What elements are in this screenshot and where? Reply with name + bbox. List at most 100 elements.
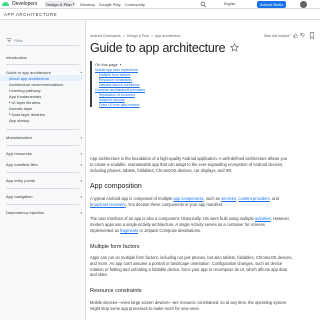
text-line: The user interface of an app is also a c… — [90, 216, 316, 222]
chevron-down-icon: ▾ — [80, 151, 82, 156]
nav-tab-design-plan[interactable]: Design & Plan ▾ — [44, 1, 77, 7]
chevron-down-icon: ▾ — [80, 178, 82, 183]
section-title: APP ARCHITECTURE — [4, 11, 58, 17]
filter-icon — [6, 38, 12, 43]
text-span: The user interface of an app is also a c… — [90, 216, 255, 221]
breadcrumb-link-android-developers[interactable]: Android Developers — [90, 34, 121, 38]
text-span: implemented as — [90, 227, 121, 233]
breadcrumb-separator: > — [150, 34, 154, 38]
nav-tab-design-plan-label: Design & Plan — [46, 1, 72, 7]
divider — [6, 64, 79, 65]
thumb-up-icon[interactable] — [292, 33, 298, 38]
sidebar-section-label: App manifest files — [6, 162, 38, 167]
filter-underline — [6, 45, 79, 46]
nav-link-google-play[interactable]: Google Play — [99, 2, 121, 7]
top-nav-bar: Developers Design & Plan ▾ Develop Googl… — [0, 0, 320, 9]
text-line: including phones, tablets, foldables, Ch… — [90, 167, 233, 173]
divider — [6, 188, 79, 189]
table-of-contents: On this page ▴ Mobile app user experienc… — [90, 61, 146, 107]
text-span: . However, — [270, 216, 290, 221]
avatar[interactable] — [300, 1, 307, 8]
feedback-prompt: Was this helpful? — [264, 33, 305, 38]
sidebar-item-app-startup[interactable]: App startup — [9, 117, 84, 123]
text-line: might stop some app processes to make ro… — [90, 305, 200, 311]
sidebar-section-label: App entry points — [6, 178, 35, 183]
ui-paragraph: The user interface of an app is also a c… — [90, 216, 316, 233]
main-content: Android Developers > Design & Plan > App… — [86, 20, 320, 320]
sidebar-item-label: App fundamentals — [9, 93, 42, 99]
resource-paragraph: Mobile devices—even large screen devices… — [90, 300, 316, 312]
star-icon[interactable] — [230, 43, 239, 52]
sidebar-section-label: Dependency injection — [6, 210, 45, 215]
text-span: , such as — [203, 196, 222, 201]
sidebar-item-label: Domain layer — [9, 105, 33, 111]
text-line: rotation or folding and unfolding a fold… — [90, 266, 287, 272]
toc-link[interactable]: Variable launch conditions — [95, 82, 146, 87]
expand-arrow-icon: ▸ — [9, 100, 11, 104]
sidebar: Filter Introduction Guide to app archite… — [0, 20, 86, 320]
sidebar-filter[interactable]: Filter — [6, 36, 79, 44]
breadcrumb-link-app-architecture[interactable]: App architecture — [155, 34, 181, 38]
divider — [6, 129, 79, 130]
sidebar-section-app-manifest[interactable]: App manifest files ▾ — [6, 161, 84, 168]
text-span: or Jetpack Compose destinations. — [138, 227, 202, 233]
breadcrumb: Android Developers > Design & Plan > App… — [90, 34, 183, 38]
sidebar-section-dependency-injection[interactable]: Dependency injection ▾ — [6, 209, 84, 216]
toc-link[interactable]: Common architectural principles — [95, 87, 146, 92]
sidebar-section-modularization[interactable]: Modularization ▾ — [6, 134, 84, 141]
chevron-down-icon: ▾ — [80, 162, 82, 167]
divider — [6, 172, 79, 173]
sidebar-section-app-navigation[interactable]: App navigation ▾ — [6, 193, 84, 200]
text-line: App architecture is the foundation of a … — [90, 156, 288, 161]
link-activities[interactable]: activities — [255, 216, 271, 221]
sidebar-item-label: UI layer libraries — [11, 99, 41, 105]
expand-arrow-icon: ▸ — [9, 112, 11, 116]
sidebar-item-introduction[interactable]: Introduction — [6, 54, 84, 60]
feedback-label: Was this helpful? — [264, 33, 291, 38]
chevron-down-icon: ▾ — [80, 135, 82, 140]
sidebar-item-label: Learning pathway — [9, 87, 41, 93]
android-studio-button[interactable]: Android Studio — [257, 1, 286, 8]
filter-placeholder: Filter — [14, 37, 23, 43]
sidebar-section-label: App navigation — [6, 194, 33, 199]
text-span: . You declare these components in your a… — [125, 201, 224, 207]
text-span: , and — [269, 196, 279, 201]
text-line: Mobile devices—even large screen devices… — [90, 300, 287, 305]
language-selector[interactable]: English — [224, 2, 235, 6]
link-broadcast-receivers[interactable]: broadcast receivers — [90, 202, 126, 207]
sidebar-section-app-resources[interactable]: App resources ▾ — [6, 150, 84, 157]
text-line: to create a scalable, maintainable app t… — [90, 161, 284, 167]
text-span: A typical Android app is composed of mul… — [90, 196, 174, 201]
section-header-bar: APP ARCHITECTURE — [0, 9, 320, 20]
sidebar-section-app-entry-points[interactable]: App entry points ▾ — [6, 177, 84, 184]
toc-link[interactable]: Drive UI from data models — [95, 102, 146, 107]
subsection-heading-multiple-form-factors: Multiple form factors — [90, 244, 140, 250]
android-developers-logo[interactable]: Developers — [2, 1, 37, 7]
logo-text: Developers — [12, 1, 38, 7]
link-fragments[interactable]: fragments — [120, 228, 138, 233]
link-content-providers[interactable]: content providers — [238, 196, 269, 201]
search-icon[interactable] — [200, 1, 207, 8]
chevron-down-icon: ▾ — [80, 194, 82, 199]
sidebar-item-label: Data layer libraries — [11, 111, 45, 117]
page-title: Guide to app architecture — [90, 41, 226, 55]
subsection-heading-resource-constraints: Resource constraints — [90, 288, 142, 294]
sidebar-item-label: Introduction — [6, 54, 27, 60]
sidebar-item-label: App startup — [9, 117, 30, 123]
section-heading-app-composition: App composition — [90, 183, 142, 190]
bookmark-icon[interactable] — [309, 32, 315, 39]
nav-link-community[interactable]: Community — [125, 2, 145, 7]
nav-link-develop[interactable]: Develop — [80, 2, 95, 7]
text-line: Apps can run on multiple form factors, i… — [90, 255, 293, 260]
link-services[interactable]: services — [221, 196, 236, 201]
breadcrumb-link-design-plan[interactable]: Design & Plan — [127, 34, 149, 38]
android-logo-icon — [2, 1, 10, 7]
thumb-down-icon[interactable] — [299, 33, 305, 38]
android-studio-button-label: Android Studio — [260, 2, 283, 7]
composition-paragraph: A typical Android app is composed of mul… — [90, 196, 316, 208]
divider — [6, 145, 79, 146]
text-line: and state. — [90, 272, 108, 278]
link-app-components[interactable]: app components — [173, 196, 203, 201]
sidebar-section-label: App resources — [6, 151, 32, 156]
sidebar-item-label: About app architecture — [9, 75, 50, 81]
